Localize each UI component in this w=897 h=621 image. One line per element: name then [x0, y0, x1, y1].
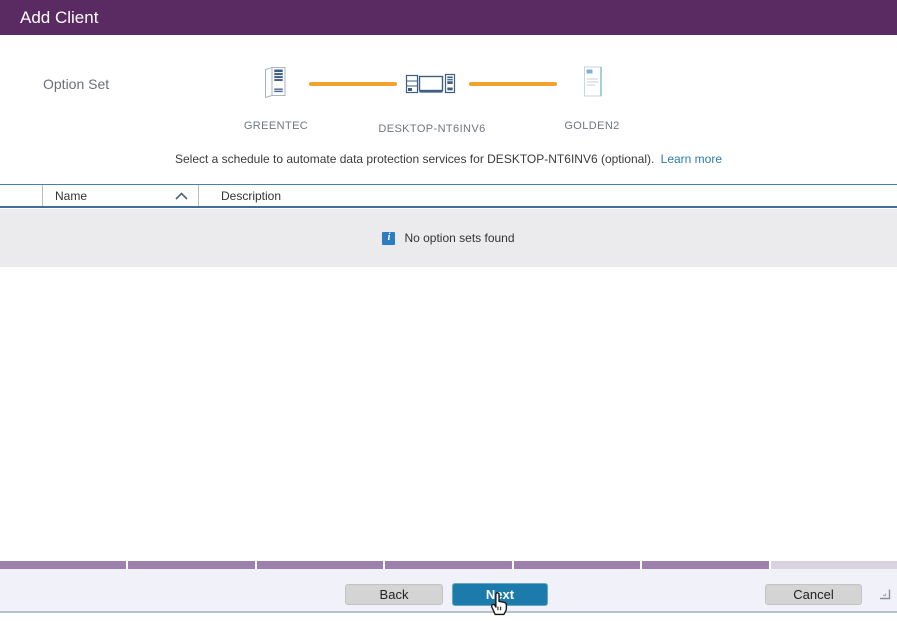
server-icon	[262, 65, 288, 104]
schedule-hint: Select a schedule to automate data prote…	[0, 152, 897, 166]
name-column-header[interactable]: Name	[43, 185, 199, 206]
select-column-header	[0, 185, 43, 206]
description-column-header[interactable]: Description	[199, 185, 897, 206]
description-column-label: Description	[221, 188, 282, 203]
wizard-step-segment	[770, 561, 897, 569]
info-icon: i	[382, 231, 396, 245]
wizard-step-segment	[0, 561, 127, 569]
next-button[interactable]: Next	[452, 583, 548, 606]
node-label-client: DESKTOP-NT6INV6	[378, 123, 486, 135]
learn-more-link[interactable]: Learn more	[661, 152, 722, 166]
node-label-option-set: GOLDEN2	[564, 120, 620, 132]
name-column-label: Name	[55, 188, 88, 203]
dialog-footer: Back Next Cancel	[0, 569, 897, 613]
wizard-progress	[0, 561, 897, 569]
node-label-server: GREENTEC	[243, 120, 309, 132]
table-empty-state: i No option sets found	[0, 209, 897, 267]
option-set-label: Option Set	[43, 76, 110, 92]
connector-line-icon	[309, 82, 397, 86]
connector-line-icon	[469, 82, 557, 86]
wizard-step-segment	[128, 561, 255, 569]
empty-message: No option sets found	[404, 231, 515, 245]
resize-grip-icon[interactable]	[878, 587, 891, 605]
schedule-hint-text: Select a schedule to automate data prote…	[174, 152, 655, 166]
dialog-titlebar: Add Client	[0, 0, 897, 35]
option-set-table-header: Name Description	[0, 184, 897, 208]
back-button[interactable]: Back	[345, 584, 443, 605]
wizard-step-segment	[642, 561, 769, 569]
client-systems-icon	[405, 69, 457, 102]
cancel-button[interactable]: Cancel	[765, 584, 862, 605]
add-client-dialog: Add Client Option Set GREENTEC DESKTOP-N…	[0, 0, 897, 616]
option-set-document-icon	[582, 65, 604, 103]
dialog-title: Add Client	[20, 8, 99, 27]
wizard-step-segment	[256, 561, 384, 569]
wizard-step-segment	[513, 561, 641, 569]
wizard-step-segment	[385, 561, 512, 569]
sort-ascending-icon	[175, 189, 188, 203]
